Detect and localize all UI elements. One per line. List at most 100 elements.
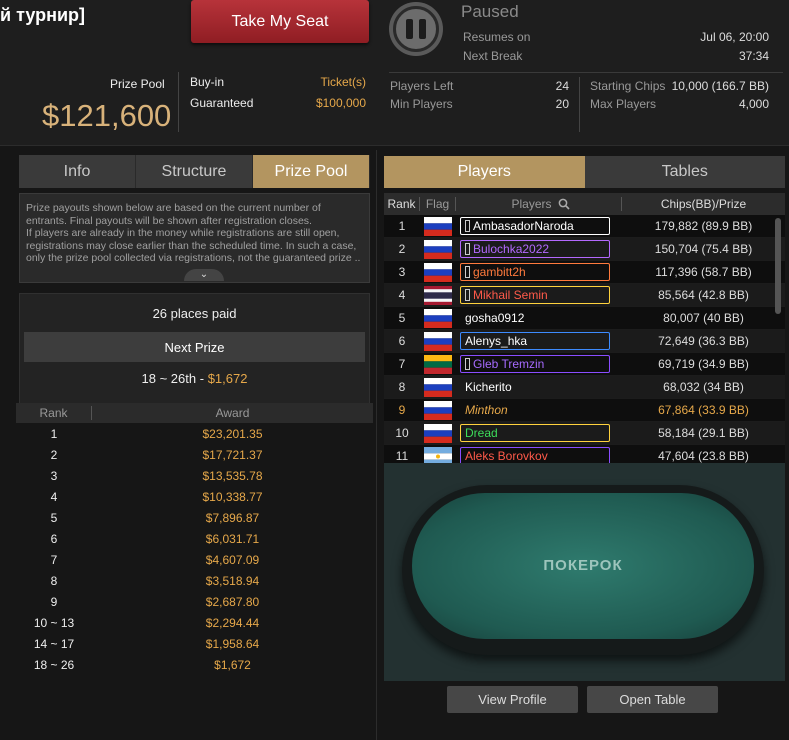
payout-rank: 2 <box>50 447 58 462</box>
player-row[interactable]: 9 Minthon 67,864 (33.9 BB) <box>384 399 785 422</box>
player-chips: 85,564 (42.8 BB) <box>658 288 749 302</box>
players-list[interactable]: Rank Flag Players Chips(BB)/Prize 1 Amba… <box>384 193 785 463</box>
tab-prize-pool[interactable]: Prize Pool <box>253 155 370 188</box>
players-header: Rank Flag Players Chips(BB)/Prize <box>384 193 785 215</box>
player-name-cell[interactable]: gambitt2h <box>456 263 622 281</box>
payout-rank: 3 <box>50 468 58 483</box>
payout-row: 10 ~ 13 $2,294.44 <box>16 612 373 633</box>
players-col-label: Players <box>511 197 552 211</box>
guaranteed-value: $100,000 <box>315 96 366 110</box>
payout-row: 5 $7,896.87 <box>16 507 373 528</box>
table-logo: ПОКЕРОК <box>543 557 623 574</box>
player-rank: 6 <box>398 334 406 348</box>
tab-info[interactable]: Info <box>19 155 136 188</box>
player-rank: 9 <box>398 403 406 417</box>
payout-award: $4,607.09 <box>205 552 260 567</box>
flag-icon <box>420 331 456 351</box>
payout-rank: 10 ~ 13 <box>33 615 75 630</box>
take-seat-button[interactable]: Take My Seat <box>191 0 369 43</box>
player-row[interactable]: 7 Gleb Tremzin 69,719 (34.9 BB) <box>384 353 785 376</box>
award-header: Award <box>215 406 250 420</box>
payout-rank: 6 <box>50 531 58 546</box>
payout-row: 9 $2,687.80 <box>16 591 373 612</box>
player-name: Bulochka2022 <box>473 242 550 256</box>
player-chips: 69,719 (34.9 BB) <box>658 357 749 371</box>
player-chips: 58,184 (29.1 BB) <box>658 426 749 440</box>
flag-icon <box>420 446 456 463</box>
player-name: Aleks Borovkov <box>465 449 548 463</box>
status-text: Paused <box>461 2 519 21</box>
rank-header: Rank <box>16 406 92 420</box>
payout-header: Rank Award <box>16 403 373 423</box>
payout-row: 18 ~ 26 $1,672 <box>16 654 373 675</box>
expand-chevron-icon[interactable]: ⌄ <box>184 269 224 281</box>
player-chips: 68,032 (34 BB) <box>663 380 744 394</box>
chips-col-header[interactable]: Chips(BB)/Prize <box>622 197 785 211</box>
prize-pool-panel: Info Structure Prize Pool Prize payouts … <box>16 155 373 740</box>
table-preview: ПОКЕРОК <box>384 463 785 681</box>
player-name-cell[interactable]: Aleks Borovkov <box>456 447 622 463</box>
player-rank: 1 <box>398 219 406 233</box>
player-name: Minthon <box>465 403 508 417</box>
badge-icon <box>465 289 470 301</box>
buyin-label: Buy-in <box>190 75 225 89</box>
player-name-cell[interactable]: Kicherito <box>456 380 622 394</box>
places-paid-text: 26 places paid <box>152 306 237 321</box>
player-name-cell[interactable]: Mikhail Semin <box>456 286 622 304</box>
max-players-value: 4,000 <box>738 97 769 111</box>
payout-rank: 5 <box>50 510 58 525</box>
player-row[interactable]: 10 Dread 58,184 (29.1 BB) <box>384 422 785 445</box>
player-row[interactable]: 2 Bulochka2022 150,704 (75.4 BB) <box>384 238 785 261</box>
player-name-cell[interactable]: gosha0912 <box>456 311 622 325</box>
divider <box>178 72 179 132</box>
payout-row: 2 $17,721.37 <box>16 444 373 465</box>
players-scrollbar[interactable] <box>775 218 781 314</box>
divider <box>579 77 580 132</box>
payout-rank: 14 ~ 17 <box>33 636 75 651</box>
min-players-value: 20 <box>555 97 569 111</box>
player-name-cell[interactable]: AmbasadorNaroda <box>456 217 622 235</box>
player-name: AmbasadorNaroda <box>473 219 574 233</box>
tab-structure[interactable]: Structure <box>136 155 253 188</box>
player-row[interactable]: 5 gosha0912 80,007 (40 BB) <box>384 307 785 330</box>
player-name-cell[interactable]: Minthon <box>456 403 622 417</box>
payout-rank: 9 <box>50 594 58 609</box>
player-name-cell[interactable]: Alenys_hka <box>456 332 622 350</box>
player-name-cell[interactable]: Bulochka2022 <box>456 240 622 258</box>
players-left-label: Players Left <box>390 79 454 93</box>
resumes-value: Jul 06, 20:00 <box>700 30 769 44</box>
flag-icon <box>420 423 456 443</box>
player-name-cell[interactable]: Gleb Tremzin <box>456 355 622 373</box>
player-name: Dread <box>465 426 498 440</box>
player-row[interactable]: 6 Alenys_hka 72,649 (36.3 BB) <box>384 330 785 353</box>
player-row[interactable]: 1 AmbasadorNaroda 179,882 (89.9 BB) <box>384 215 785 238</box>
flag-col-header[interactable]: Flag <box>420 197 456 211</box>
players-col-header[interactable]: Players <box>456 197 622 211</box>
resumes-label: Resumes on <box>463 30 531 44</box>
player-row[interactable]: 3 gambitt2h 117,396 (58.7 BB) <box>384 261 785 284</box>
buyin-value: Ticket(s) <box>320 75 366 89</box>
badge-icon <box>465 266 470 278</box>
rank-col-header[interactable]: Rank <box>384 197 420 211</box>
open-table-button[interactable]: Open Table <box>587 686 718 713</box>
tab-players[interactable]: Players <box>384 156 585 188</box>
prize-info-body: Prize payouts shown below are based on t… <box>26 202 361 264</box>
player-name-cell[interactable]: Dread <box>456 424 622 442</box>
player-rank: 2 <box>398 242 406 256</box>
next-break-value: 37:34 <box>738 49 769 63</box>
flag-icon <box>420 285 456 305</box>
view-profile-button[interactable]: View Profile <box>447 686 578 713</box>
tab-tables[interactable]: Tables <box>584 156 785 188</box>
payout-row: 6 $6,031.71 <box>16 528 373 549</box>
flag-icon <box>420 262 456 282</box>
badge-icon <box>465 358 470 370</box>
payout-award: $6,031.71 <box>205 531 260 546</box>
search-icon[interactable] <box>558 198 570 210</box>
player-chips: 47,604 (23.8 BB) <box>658 449 749 463</box>
player-chips: 117,396 (58.7 BB) <box>655 265 752 279</box>
next-prize-label: Next Prize <box>24 332 365 362</box>
player-row[interactable]: 8 Kicherito 68,032 (34 BB) <box>384 376 785 399</box>
player-row[interactable]: 11 Aleks Borovkov 47,604 (23.8 BB) <box>384 445 785 463</box>
player-name: gosha0912 <box>465 311 525 325</box>
player-row[interactable]: 4 Mikhail Semin 85,564 (42.8 BB) <box>384 284 785 307</box>
